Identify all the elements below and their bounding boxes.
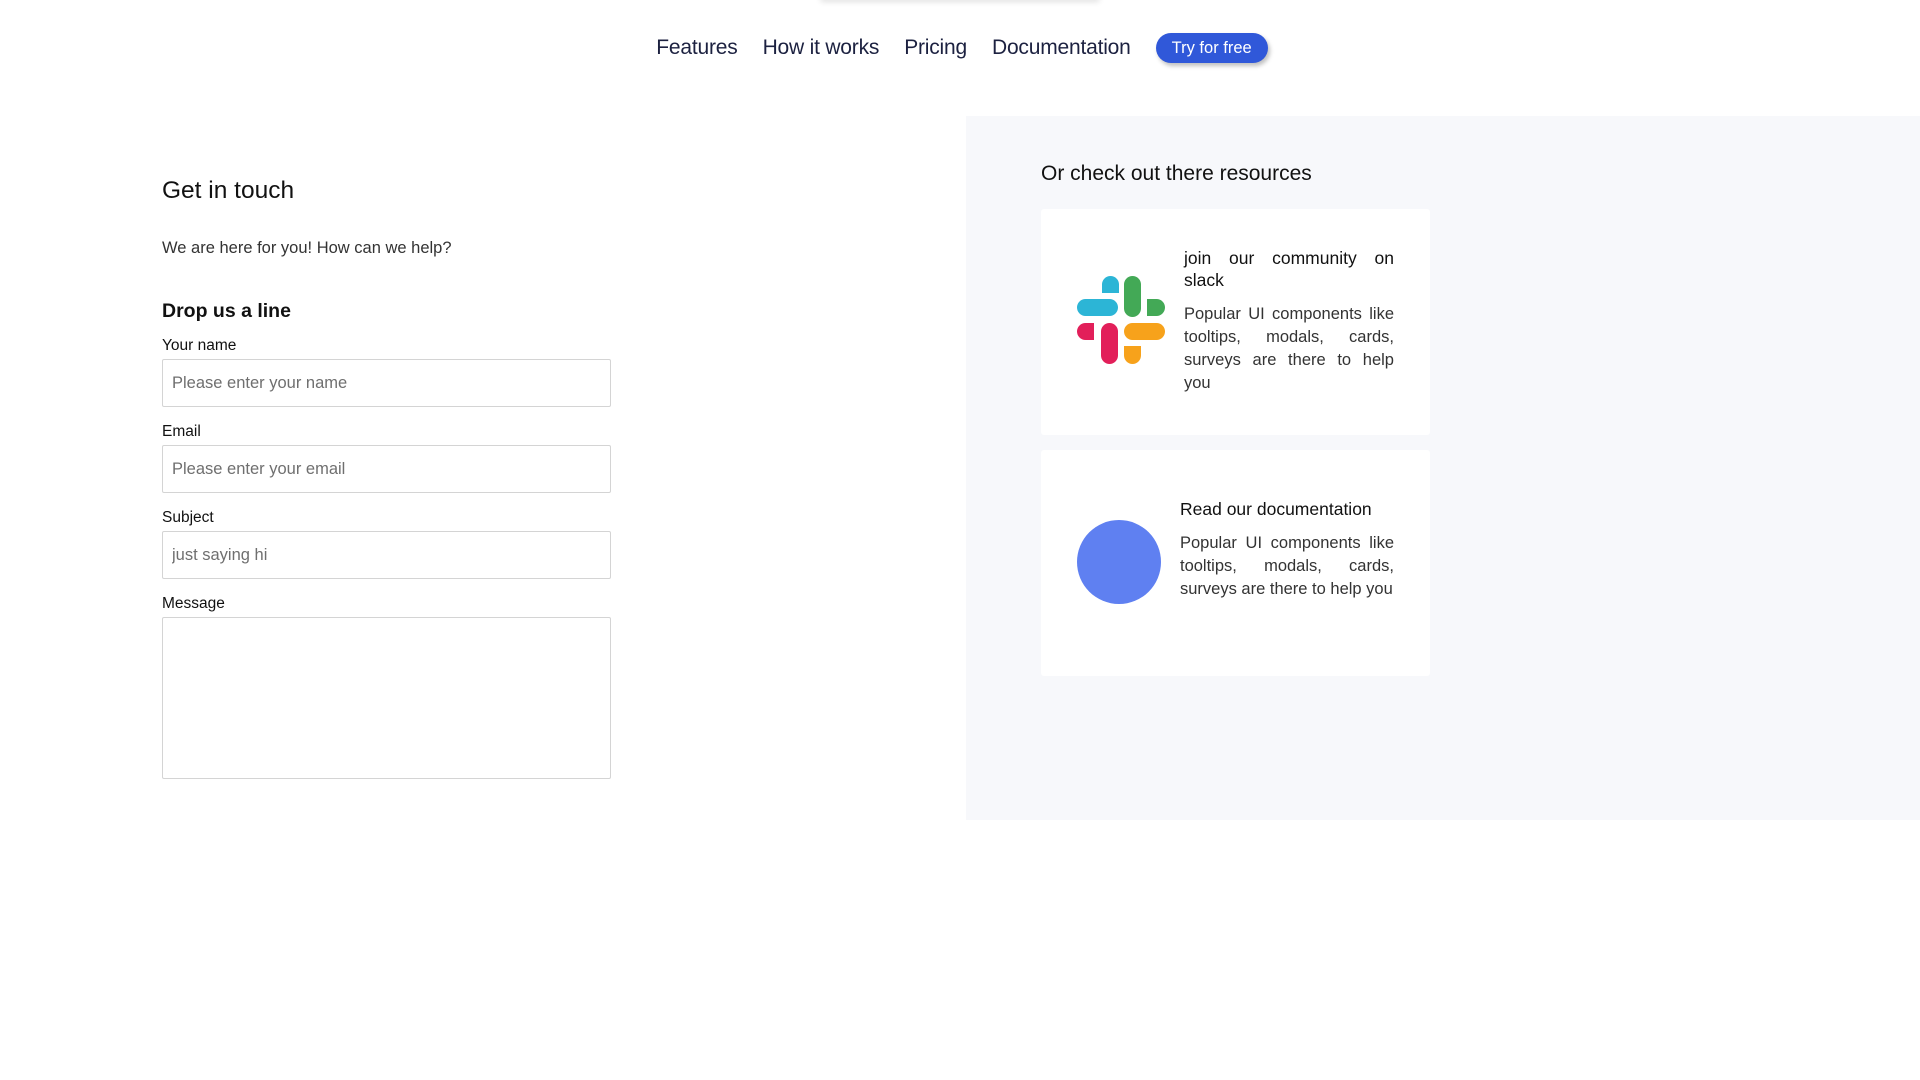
top-nav: Features How it works Pricing Documentat… xyxy=(0,30,1920,66)
card-heading: Read our documentation xyxy=(1180,499,1372,519)
page-subtitle: We are here for you! How can we help? xyxy=(162,239,452,257)
contact-section: Get in touch We are here for you! How ca… xyxy=(162,160,622,779)
doc-circle-shape xyxy=(1077,520,1161,604)
email-label: Email xyxy=(162,423,201,440)
email-field-group: Email xyxy=(162,423,622,493)
try-for-free-button[interactable]: Try for free xyxy=(1155,33,1268,63)
nav-link-documentation[interactable]: Documentation xyxy=(992,36,1131,60)
message-label: Message xyxy=(162,595,225,612)
nav-link-features[interactable]: Features xyxy=(656,36,737,60)
slack-card-text: join our community on slack Popular UI c… xyxy=(1184,247,1394,395)
nav-link-how-it-works[interactable]: How it works xyxy=(763,36,880,60)
name-field-group: Your name xyxy=(162,337,622,407)
nav-links: Features How it works Pricing Documentat… xyxy=(656,33,1268,63)
slack-logo-icon xyxy=(1077,276,1165,364)
resources-title: Or check out there resources xyxy=(1041,162,1312,185)
email-input[interactable] xyxy=(162,445,611,493)
subject-label: Subject xyxy=(162,509,214,526)
form-title: Drop us a line xyxy=(162,300,291,322)
documentation-card-text: Read our documentation Popular UI compon… xyxy=(1180,498,1394,601)
name-label: Your name xyxy=(162,337,237,354)
subject-input[interactable] xyxy=(162,531,611,579)
message-field-group: Message xyxy=(162,595,622,779)
card-description: Popular UI components like tooltips, mod… xyxy=(1184,305,1394,392)
message-textarea[interactable] xyxy=(162,617,611,779)
resources-panel: Or check out there resources join our co… xyxy=(966,116,1920,820)
name-input[interactable] xyxy=(162,359,611,407)
nav-link-pricing[interactable]: Pricing xyxy=(904,36,967,60)
documentation-resource-card[interactable]: Read our documentation Popular UI compon… xyxy=(1041,450,1430,676)
documentation-circle-icon xyxy=(1077,520,1165,608)
subject-field-group: Subject xyxy=(162,509,622,579)
card-description: Popular UI components like tooltips, mod… xyxy=(1180,534,1394,598)
slack-resource-card[interactable]: join our community on slack Popular UI c… xyxy=(1041,209,1430,435)
page-title: Get in touch xyxy=(162,177,295,204)
card-heading: join our community on slack xyxy=(1184,248,1394,290)
contact-form: Your name Email Subject Message xyxy=(162,337,622,779)
